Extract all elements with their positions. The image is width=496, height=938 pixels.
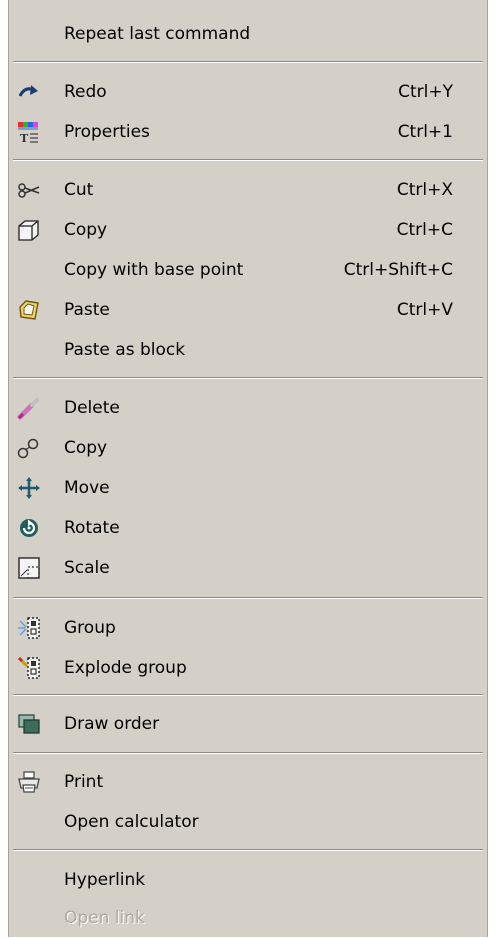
copy-objects-icon	[17, 436, 41, 460]
menu-item-repeat-last-command[interactable]: Repeat last command	[9, 14, 487, 54]
menu-item-shortcut: Ctrl+Y	[398, 82, 453, 102]
menu-item-label: Group	[64, 618, 116, 638]
menu-separator	[13, 597, 483, 599]
menu-item-paste[interactable]: Paste Ctrl+V	[9, 290, 487, 330]
menu-item-copy-clipboard[interactable]: Copy Ctrl+C	[9, 210, 487, 250]
scale-icon	[17, 556, 41, 580]
menu-item-label: Paste as block	[64, 340, 186, 360]
redo-icon	[17, 80, 41, 104]
eraser-icon	[17, 396, 41, 420]
menu-item-open-calculator[interactable]: Open calculator	[9, 802, 487, 842]
scissors-icon	[17, 178, 41, 202]
menu-item-label: Rotate	[64, 518, 120, 538]
copy-icon	[17, 218, 41, 242]
menu-item-redo[interactable]: Redo Ctrl+Y	[9, 72, 487, 112]
svg-text:T: T	[20, 132, 29, 144]
menu-item-group[interactable]: Group	[9, 608, 487, 648]
menu-item-label: Draw order	[64, 714, 160, 734]
menu-item-paste-as-block[interactable]: Paste as block	[9, 330, 487, 370]
menu-item-label: Redo	[64, 82, 107, 102]
menu-item-shortcut: Ctrl+X	[396, 180, 453, 200]
menu-separator	[13, 849, 483, 851]
menu-item-label: Explode group	[64, 658, 187, 678]
explode-group-icon	[17, 656, 41, 680]
menu-item-print[interactable]: Print	[9, 762, 487, 802]
properties-icon: T	[17, 120, 41, 144]
menu-item-label: Hyperlink	[64, 870, 146, 890]
menu-item-label: Move	[64, 478, 110, 498]
menu-separator	[13, 694, 483, 696]
printer-icon	[17, 770, 41, 794]
menu-item-label: Repeat last command	[64, 24, 251, 44]
menu-item-label: Properties	[64, 122, 150, 142]
menu-item-label: Scale	[64, 558, 110, 578]
menu-item-shortcut: Ctrl+Shift+C	[343, 260, 453, 280]
menu-item-hyperlink[interactable]: Hyperlink	[9, 860, 487, 900]
menu-item-move[interactable]: Move	[9, 468, 487, 508]
menu-item-explode-group[interactable]: Explode group	[9, 648, 487, 688]
menu-separator	[13, 752, 483, 754]
menu-separator	[13, 159, 483, 161]
context-menu: Repeat last command Redo Ctrl+Y T Proper…	[8, 0, 488, 937]
menu-item-label: Copy	[64, 220, 108, 240]
paste-icon	[17, 298, 41, 322]
menu-item-open-link: Open link	[9, 898, 487, 938]
menu-item-label: Paste	[64, 300, 110, 320]
menu-item-label: Open link	[64, 908, 145, 928]
menu-item-shortcut: Ctrl+V	[396, 300, 453, 320]
menu-separator	[13, 377, 483, 379]
menu-item-shortcut: Ctrl+1	[397, 122, 453, 142]
menu-item-properties[interactable]: T Properties Ctrl+1	[9, 112, 487, 152]
menu-item-copy-with-base-point[interactable]: Copy with base point Ctrl+Shift+C	[9, 250, 487, 290]
rotate-icon	[17, 516, 41, 540]
draw-order-icon	[17, 712, 41, 736]
menu-item-shortcut: Ctrl+C	[396, 220, 453, 240]
menu-item-label: Copy with base point	[64, 260, 244, 280]
menu-item-label: Cut	[64, 180, 94, 200]
menu-item-label: Open calculator	[64, 812, 199, 832]
menu-item-cut[interactable]: Cut Ctrl+X	[9, 170, 487, 210]
group-icon	[17, 616, 41, 640]
move-icon	[17, 476, 41, 500]
menu-item-copy-objects[interactable]: Copy	[9, 428, 487, 468]
menu-item-label: Copy	[64, 438, 108, 458]
menu-item-rotate[interactable]: Rotate	[9, 508, 487, 548]
menu-item-delete[interactable]: Delete	[9, 388, 487, 428]
menu-item-draw-order[interactable]: Draw order	[9, 704, 487, 744]
menu-item-label: Delete	[64, 398, 120, 418]
menu-separator	[13, 61, 483, 63]
menu-item-scale[interactable]: Scale	[9, 548, 487, 588]
menu-item-label: Print	[64, 772, 104, 792]
